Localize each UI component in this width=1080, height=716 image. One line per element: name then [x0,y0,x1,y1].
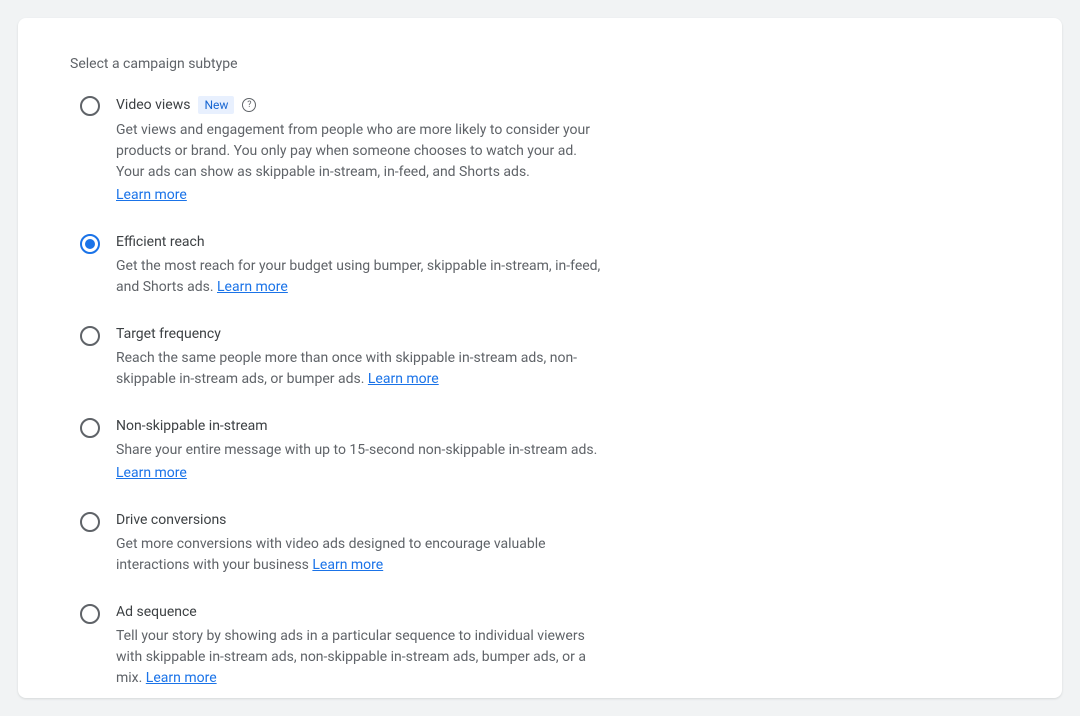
option-description: Reach the same people more than once wit… [116,348,606,390]
learn-more-link[interactable]: Learn more [312,557,383,573]
help-icon[interactable]: ? [242,98,256,112]
option-row[interactable]: Drive conversions Get more conversions wi… [70,512,1010,576]
option-title-row: Drive conversions [116,512,606,528]
campaign-subtype-card: Select a campaign subtype Video views New… [18,18,1062,698]
option-description: Tell your story by showing ads in a part… [116,626,606,689]
learn-more-link[interactable]: Learn more [116,463,606,484]
option-title: Efficient reach [116,234,205,250]
learn-more-link[interactable]: Learn more [116,185,606,206]
option-description-text: Get views and engagement from people who… [116,122,590,180]
option-title: Target frequency [116,326,221,342]
new-badge: New [198,96,234,114]
option-row[interactable]: Video views New? Get views and engagement … [70,96,1010,206]
option-title-row: Non-skippable in-stream [116,418,606,434]
options-list: Video views New? Get views and engagement … [70,96,1010,698]
radio-button[interactable] [80,418,100,438]
option-title: Video views [116,97,190,113]
option-description: Get the most reach for your budget using… [116,256,606,298]
option-description-text: Reach the same people more than once wit… [116,350,577,387]
option-row[interactable]: Non-skippable in-stream Share your entire… [70,418,1010,484]
learn-more-link[interactable]: Learn more [146,670,217,686]
option-content: Efficient reach Get the most reach for yo… [116,234,606,298]
option-title-row: Efficient reach [116,234,606,250]
radio-button[interactable] [80,96,100,116]
radio-button[interactable] [80,326,100,346]
option-row[interactable]: Efficient reach Get the most reach for yo… [70,234,1010,298]
option-content: Drive conversions Get more conversions wi… [116,512,606,576]
option-description: Share your entire message with up to 15-… [116,440,606,484]
learn-more-link[interactable]: Learn more [217,279,288,295]
option-title: Non-skippable in-stream [116,418,268,434]
option-title-row: Target frequency [116,326,606,342]
learn-more-link[interactable]: Learn more [368,371,439,387]
radio-button[interactable] [80,512,100,532]
section-heading: Select a campaign subtype [70,56,1010,72]
option-content: Non-skippable in-stream Share your entire… [116,418,606,484]
radio-button[interactable] [80,604,100,624]
option-description: Get more conversions with video ads desi… [116,534,606,576]
option-description-text: Get the most reach for your budget using… [116,258,600,295]
option-description: Get views and engagement from people who… [116,120,606,206]
option-title-row: Ad sequence [116,604,606,620]
option-description-text: Share your entire message with up to 15-… [116,442,597,458]
option-title: Ad sequence [116,604,197,620]
option-content: Ad sequence Tell your story by showing ad… [116,604,606,689]
option-title-row: Video views New? [116,96,606,114]
option-content: Target frequency Reach the same people mo… [116,326,606,390]
radio-button[interactable] [80,234,100,254]
option-row[interactable]: Ad sequence Tell your story by showing ad… [70,604,1010,689]
option-content: Video views New? Get views and engagement … [116,96,606,206]
option-row[interactable]: Target frequency Reach the same people mo… [70,326,1010,390]
option-title: Drive conversions [116,512,226,528]
